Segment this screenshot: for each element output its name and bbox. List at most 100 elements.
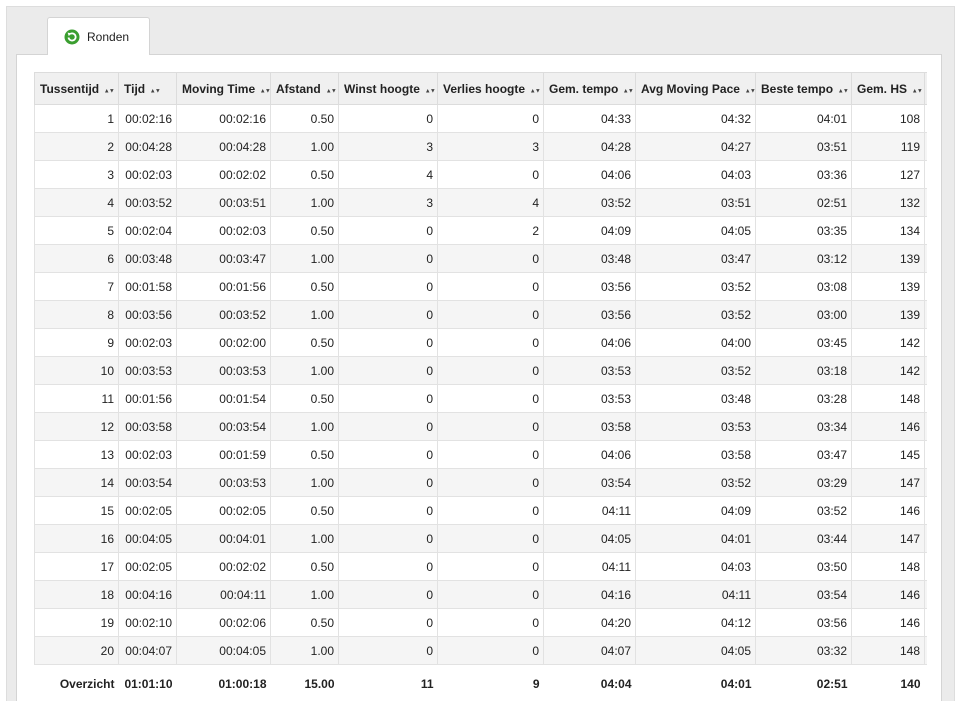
table-row[interactable]: 18 00:04:16 00:04:11 1.00 0 0 04:16 04:11 03:54 1… [34,580,927,609]
table-row[interactable]: 19 00:02:10 00:02:06 0.50 0 0 04:20 04:12 03:56 1… [34,608,927,637]
table-row[interactable]: 17 00:02:05 00:02:02 0.50 0 0 04:11 04:03 03:50 1… [34,552,927,581]
table-row[interactable]: 6 00:03:48 00:03:47 1.00 0 0 03:48 03:47 03:12 13… [34,244,927,273]
table-cell: 0.50 [270,216,339,245]
table-cell: 03:12 [755,244,852,273]
column-header[interactable]: Tussentijd ▲▼ [34,72,119,105]
table-cell: 00:02:04 [118,216,177,245]
table-cell: 00:04:11 [176,580,271,609]
table-row[interactable]: 12 00:03:58 00:03:54 1.00 0 0 03:58 03:53 03:34 1… [34,412,927,441]
table-cell: 04:05 [635,636,756,665]
column-header[interactable]: Afstand ▲▼ [270,72,339,105]
table-cell: 0 [338,244,438,273]
column-header[interactable]: M [924,72,927,105]
table-cell: 0 [338,300,438,329]
table-row[interactable]: 13 00:02:03 00:01:59 0.50 0 0 04:06 03:58 03:47 1… [34,440,927,469]
table-cell: 04:01 [755,104,852,133]
table-cell: 3 [437,132,544,161]
table-cell [924,524,927,553]
column-header[interactable]: Avg Moving Pace ▲▼ [635,72,756,105]
table-cell: 03:54 [755,580,852,609]
table-cell: 00:01:54 [176,384,271,413]
table-cell: 0 [338,496,438,525]
table-cell: 0 [437,496,544,525]
table-cell: 4 [437,188,544,217]
column-header[interactable]: Tijd ▲▼ [118,72,177,105]
column-header[interactable]: Gem. HS ▲▼ [851,72,925,105]
table-cell: 0 [338,216,438,245]
table-cell: 132 [851,188,925,217]
table-cell: 0.50 [270,608,339,637]
table-cell: 03:32 [755,636,852,665]
table-row[interactable]: 9 00:02:03 00:02:00 0.50 0 0 04:06 04:00 03:45 14… [34,328,927,357]
table-row[interactable]: 20 00:04:07 00:04:05 1.00 0 0 04:07 04:05 03:32 1… [34,636,927,665]
table-cell: 00:03:54 [176,412,271,441]
table-cell: 0 [338,580,438,609]
column-header[interactable]: Moving Time ▲▼ [176,72,271,105]
summary-label: Overzicht [34,664,119,701]
table-cell: 0 [437,160,544,189]
table-cell: 0 [437,608,544,637]
table-cell: 00:02:03 [118,160,177,189]
column-header-label: Gem. HS [857,81,908,96]
table-cell: 04:00 [635,328,756,357]
table-cell: 0 [437,272,544,301]
table-row[interactable]: 1 00:02:16 00:02:16 0.50 0 0 04:33 04:32 04:01 10… [34,104,927,133]
column-header[interactable]: Winst hoogte ▲▼ [338,72,438,105]
table-row[interactable]: 14 00:03:54 00:03:53 1.00 0 0 03:54 03:52 03:29 1… [34,468,927,497]
table-cell: 04:11 [543,496,636,525]
table-cell: 134 [851,216,925,245]
table-cell: 03:51 [755,132,852,161]
table-cell: 139 [851,272,925,301]
table-cell [924,552,927,581]
table-row[interactable]: 15 00:02:05 00:02:05 0.50 0 0 04:11 04:09 03:52 1… [34,496,927,525]
table-row[interactable]: 16 00:04:05 00:04:01 1.00 0 0 04:05 04:01 03:44 1… [34,524,927,553]
table-cell: 13 [34,440,119,469]
table-cell: 16 [34,524,119,553]
table-cell: 0 [338,636,438,665]
tab-ronden[interactable]: Ronden [47,17,150,55]
table-cell: 145 [851,440,925,469]
column-header-label: Tussentijd [40,81,100,96]
table-cell [924,580,927,609]
table-row[interactable]: 4 00:03:52 00:03:51 1.00 3 4 03:52 03:51 02:51 13… [34,188,927,217]
table-row[interactable]: 2 00:04:28 00:04:28 1.00 3 3 04:28 04:27 03:51 11… [34,132,927,161]
laps-content: Tussentijd ▲▼ Tijd ▲▼ Moving Time ▲▼ Afstand ▲▼… [16,54,942,701]
table-cell: 11 [34,384,119,413]
table-cell: 04:05 [543,524,636,553]
table-cell: 12 [34,412,119,441]
table-row[interactable]: 10 00:03:53 00:03:53 1.00 0 0 03:53 03:52 03:18 1… [34,356,927,385]
table-cell: 0.50 [270,160,339,189]
table-cell: 00:03:48 [118,244,177,273]
table-cell: 04:33 [543,104,636,133]
table-cell [924,104,927,133]
column-header[interactable]: Verlies hoogte ▲▼ [437,72,544,105]
table-cell: 04:28 [543,132,636,161]
summary-cell [924,664,927,701]
table-cell: 0 [437,328,544,357]
table-cell: 0.50 [270,328,339,357]
table-cell [924,356,927,385]
table-row[interactable]: 5 00:02:04 00:02:03 0.50 0 2 04:09 04:05 03:35 13… [34,216,927,245]
table-cell: 0 [338,440,438,469]
table-cell [924,132,927,161]
column-header[interactable]: Beste tempo ▲▼ [755,72,852,105]
table-cell: 03:45 [755,328,852,357]
table-cell: 0.50 [270,496,339,525]
table-row[interactable]: 11 00:01:56 00:01:54 0.50 0 0 03:53 03:48 03:28 1… [34,384,927,413]
table-row[interactable]: 3 00:02:03 00:02:02 0.50 4 0 04:06 04:03 03:36 12… [34,160,927,189]
table-cell: 04:03 [635,160,756,189]
table-row[interactable]: 8 00:03:56 00:03:52 1.00 0 0 03:56 03:52 03:00 13… [34,300,927,329]
table-cell: 1.00 [270,580,339,609]
table-cell: 03:58 [543,412,636,441]
table-cell: 00:02:03 [118,328,177,357]
table-cell: 0 [437,552,544,581]
table-cell: 03:56 [543,272,636,301]
sort-arrows-icon: ▲▼ [424,86,436,94]
table-cell: 03:48 [635,384,756,413]
table-cell: 2 [437,216,544,245]
laps-table-scroll[interactable]: Tussentijd ▲▼ Tijd ▲▼ Moving Time ▲▼ Afstand ▲▼… [34,72,927,701]
table-row[interactable]: 7 00:01:58 00:01:56 0.50 0 0 03:56 03:52 03:08 13… [34,272,927,301]
column-header[interactable]: Gem. tempo ▲▼ [543,72,636,105]
summary-cell: 11 [338,664,438,701]
table-cell: 0 [437,244,544,273]
